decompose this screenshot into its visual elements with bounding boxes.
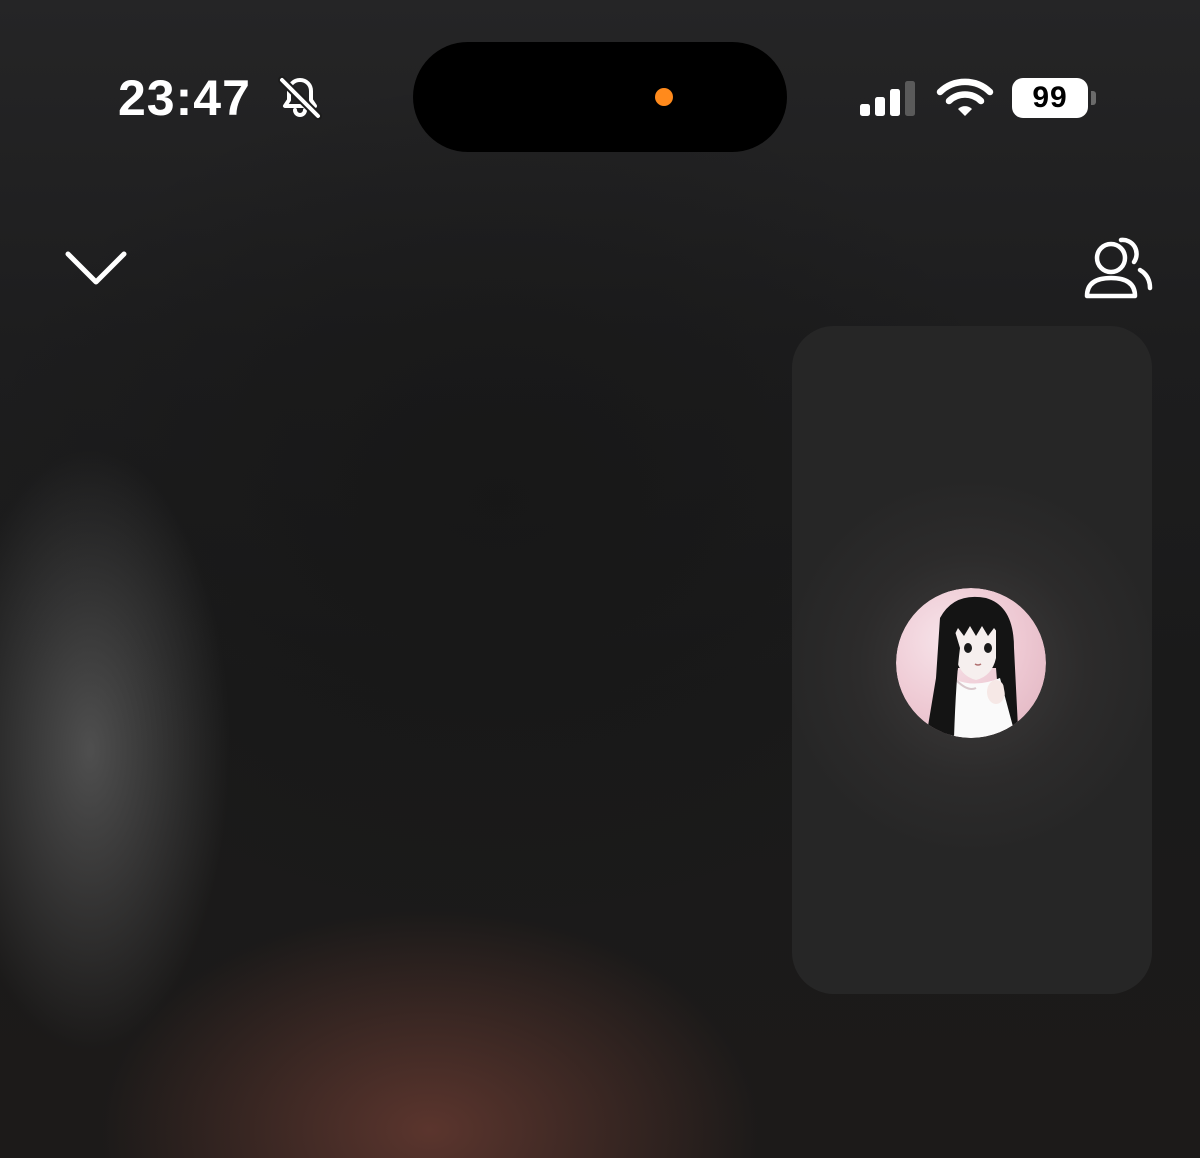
battery-indicator: 99: [1012, 78, 1098, 118]
bell-slash-icon: [278, 76, 322, 120]
status-time: 23:47: [118, 70, 251, 126]
privacy-indicator-dot: [655, 88, 673, 106]
cellular-signal-icon: [860, 81, 915, 116]
avatar: [896, 588, 1046, 738]
chevron-down-icon[interactable]: [60, 244, 132, 294]
dynamic-island: [413, 42, 787, 152]
person-add-icon[interactable]: [1078, 232, 1156, 304]
wifi-icon: [936, 78, 994, 116]
battery-level: 99: [1012, 78, 1088, 118]
battery-cap: [1091, 91, 1096, 105]
self-view-tile[interactable]: [792, 326, 1152, 994]
call-screen: 23:47 99: [0, 0, 1200, 1158]
